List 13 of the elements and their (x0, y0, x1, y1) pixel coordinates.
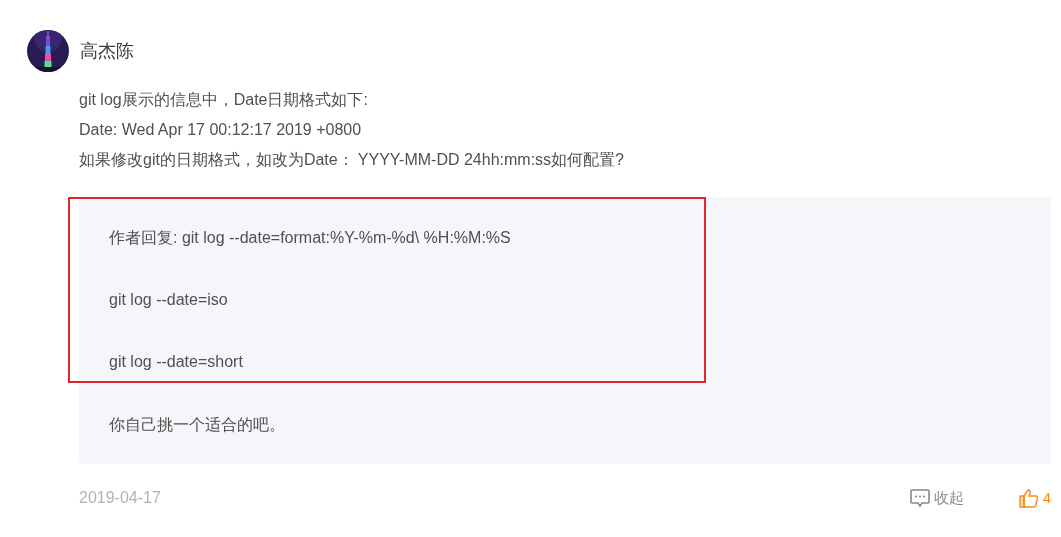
collapse-button[interactable]: 收起 (909, 486, 964, 510)
comment-text: 如果修改git的日期格式，如改为Date： YYYY-MM-DD 24hh:mm:ss如何配置? (79, 150, 625, 170)
comment-text: Date: Wed Apr 17 00:12:17 2019 +0800 (79, 120, 363, 140)
comment-icon (909, 488, 930, 508)
comment-date: 2019-04-17 (79, 488, 161, 508)
reply-text: 作者回复: git log --date=format:%Y-%m-%d\ %H:%M:%S (108, 228, 512, 248)
thumbs-up-icon (1018, 488, 1039, 508)
author-name: 高杰陈 (80, 39, 134, 63)
like-button[interactable]: 4 (1018, 486, 1051, 510)
comment-text: git log展示的信息中，Date日期格式如下: (79, 90, 369, 110)
reply-text: 你自己挑一个适合的吧。 (108, 415, 286, 435)
reply-text: git log --date=short (108, 352, 244, 372)
reply-text: git log --date=iso (108, 290, 229, 310)
